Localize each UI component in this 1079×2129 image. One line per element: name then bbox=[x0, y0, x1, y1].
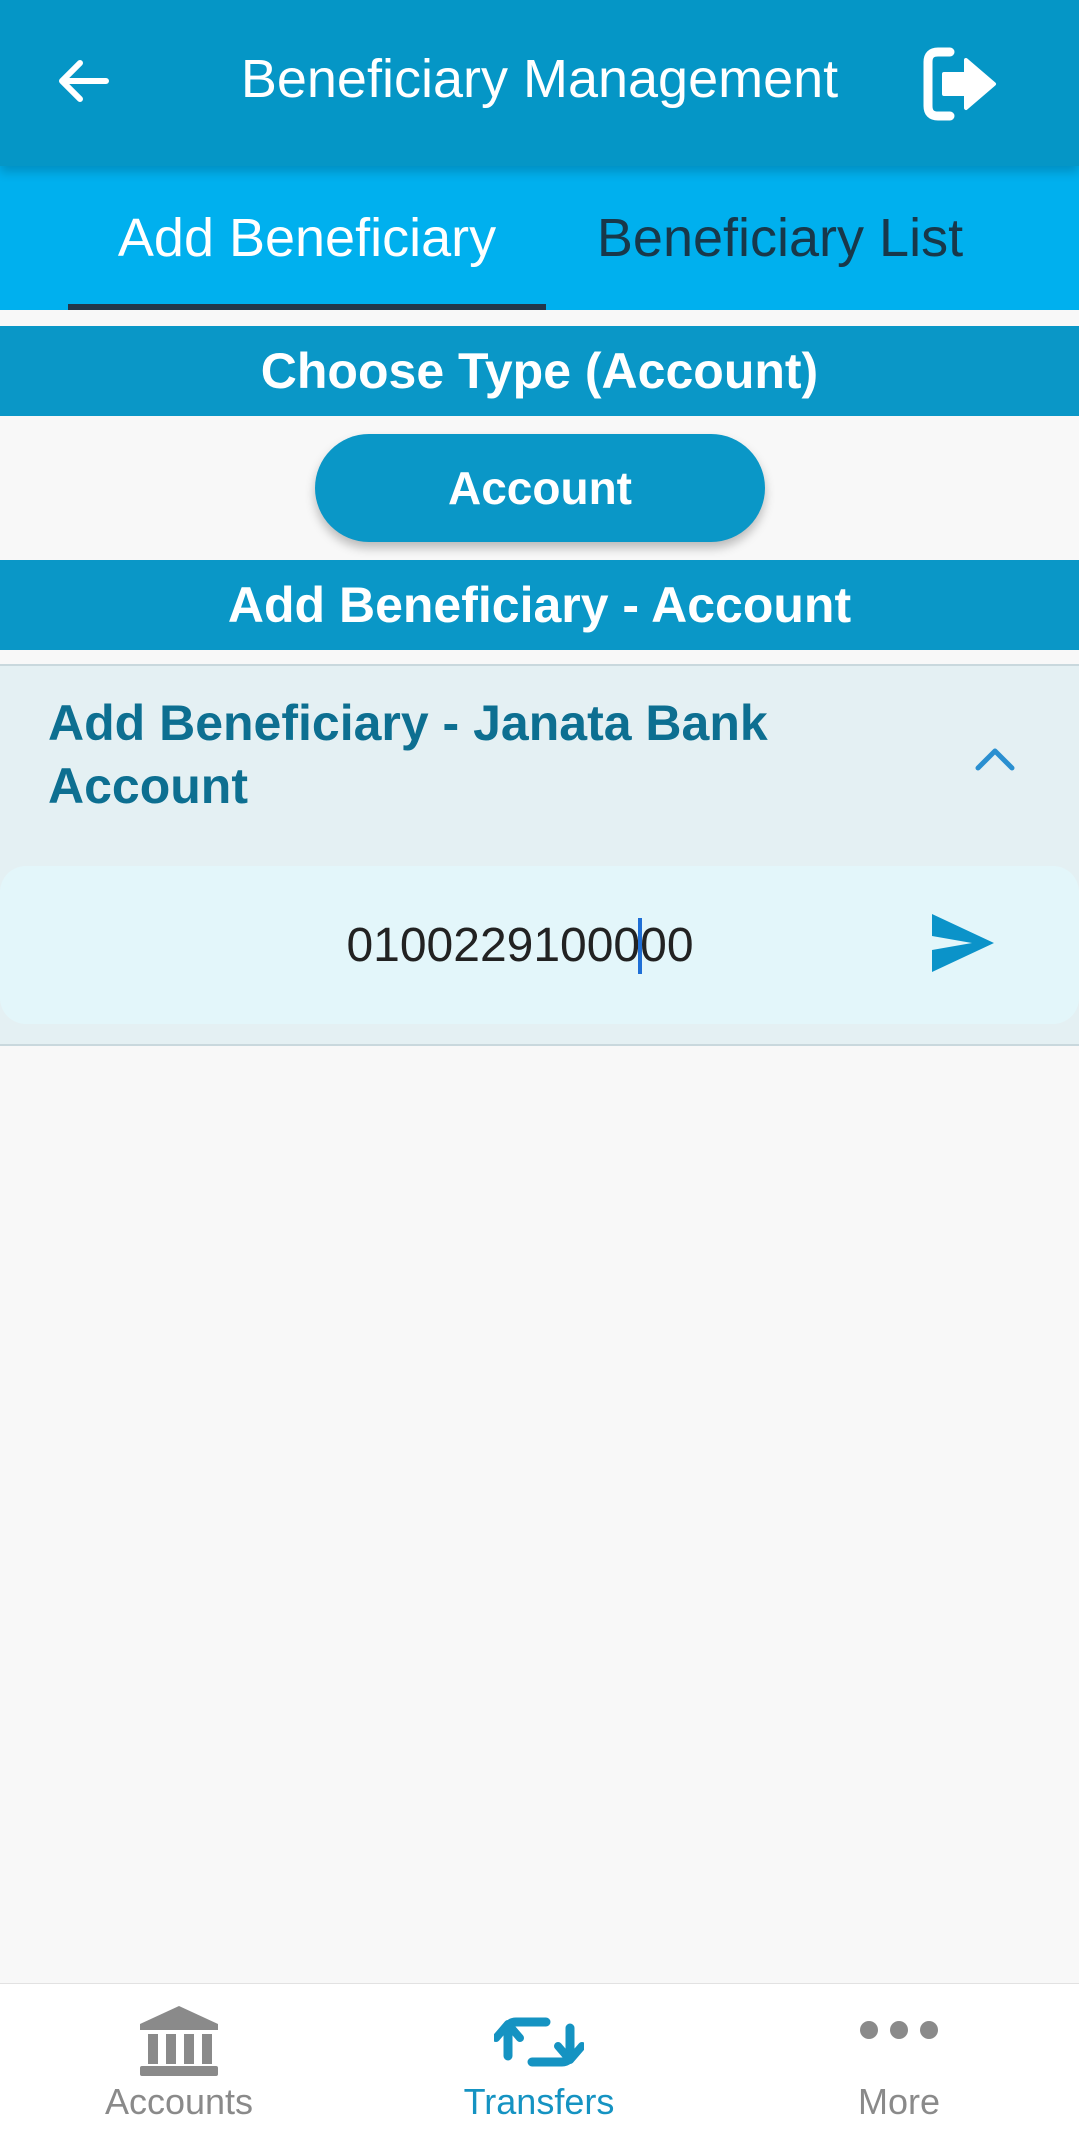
nav-more[interactable]: More bbox=[749, 1984, 1049, 2129]
arrow-left-icon[interactable] bbox=[50, 48, 116, 114]
chevron-up-icon[interactable] bbox=[970, 738, 1020, 778]
tab-beneficiary-list[interactable]: Beneficiary List bbox=[560, 166, 1000, 310]
app-bar: Beneficiary Management bbox=[0, 0, 1079, 166]
sign-out-icon[interactable] bbox=[918, 42, 1002, 126]
active-tab-indicator bbox=[68, 304, 546, 310]
nav-more-label: More bbox=[857, 2081, 941, 2122]
send-icon[interactable] bbox=[928, 910, 998, 976]
nav-accounts[interactable]: Accounts bbox=[29, 1984, 329, 2129]
panel-title[interactable]: Add Beneficiary - Janata Bank Account bbox=[48, 692, 868, 818]
bank-icon bbox=[140, 2006, 218, 2076]
bottom-navigation: Accounts Transfers More bbox=[0, 1983, 1079, 2129]
beneficiary-management-screen: Beneficiary Management Add Beneficiary B… bbox=[0, 0, 1079, 2129]
tab-add-beneficiary[interactable]: Add Beneficiary bbox=[68, 166, 546, 310]
tab-bar: Add Beneficiary Beneficiary List bbox=[0, 166, 1079, 310]
transfer-icon bbox=[494, 2017, 584, 2067]
nav-transfers[interactable]: Transfers bbox=[389, 1984, 689, 2129]
account-type-button[interactable]: Account bbox=[315, 434, 765, 542]
choose-type-header: Choose Type (Account) bbox=[0, 326, 1079, 416]
nav-accounts-label: Accounts bbox=[104, 2081, 254, 2122]
text-cursor bbox=[638, 918, 642, 974]
janata-bank-account-panel: Add Beneficiary - Janata Bank Account bbox=[0, 664, 1079, 1046]
more-dots-icon bbox=[860, 2021, 938, 2039]
add-beneficiary-header: Add Beneficiary - Account bbox=[0, 560, 1079, 650]
page-title: Beneficiary Management bbox=[240, 49, 839, 109]
account-number-input[interactable] bbox=[120, 866, 920, 1024]
nav-transfers-label: Transfers bbox=[463, 2081, 615, 2122]
account-number-row bbox=[0, 866, 1079, 1024]
